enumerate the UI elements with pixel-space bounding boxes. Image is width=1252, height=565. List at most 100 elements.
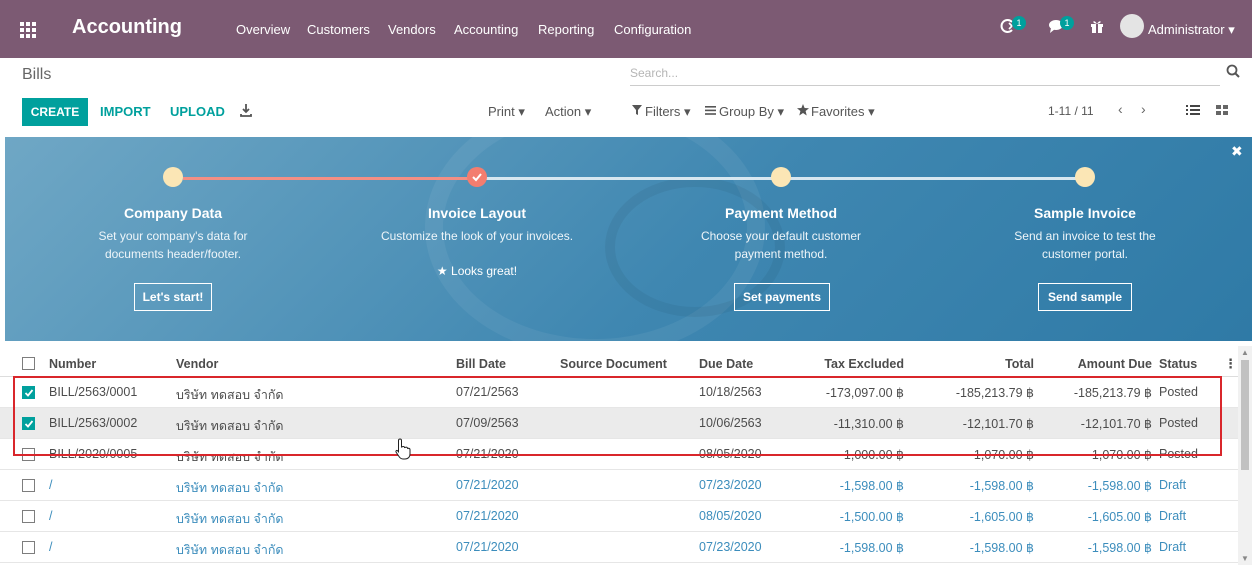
group-by-dropdown[interactable]: Group By ▾ — [719, 104, 784, 120]
step-description: Send an invoice to test the — [1014, 229, 1156, 243]
step-description: customer portal. — [1041, 247, 1129, 261]
cell-bill-date: 07/21/2020 — [456, 478, 519, 492]
column-amount-due[interactable]: Amount Due — [1050, 357, 1152, 371]
cell-vendor: บริษัท ทดสอบ จำกัด — [176, 481, 284, 495]
print-dropdown[interactable]: Print ▾ — [488, 104, 525, 120]
cell-number: / — [49, 540, 53, 554]
cell-number: / — [49, 509, 53, 523]
menu-configuration[interactable]: Configuration — [614, 22, 691, 37]
star-icon: ★ — [436, 264, 448, 278]
cell-status: Draft — [1159, 509, 1187, 523]
menu-accounting[interactable]: Accounting — [454, 22, 518, 37]
cell-amount-due: -1,598.00 ฿ — [1087, 479, 1152, 493]
menu-vendors[interactable]: Vendors — [388, 22, 436, 37]
action-dropdown[interactable]: Action ▾ — [545, 104, 591, 120]
column-number[interactable]: Number — [49, 357, 96, 371]
cell-total: -1,598.00 ฿ — [969, 541, 1034, 555]
step-dot-layout — [467, 167, 487, 187]
select-all-checkbox[interactable] — [22, 357, 35, 370]
onboarding-banner: ✖ Company Data Set your company's data f… — [5, 137, 1252, 341]
search-bar — [630, 62, 1220, 86]
column-vendor[interactable]: Vendor — [176, 357, 218, 371]
avatar[interactable] — [1120, 14, 1144, 38]
cell-tax-excluded: -1,598.00 ฿ — [839, 479, 904, 493]
kanban-view-icon[interactable] — [1214, 102, 1230, 118]
top-navbar: Accounting Overview Customers Vendors Ac… — [0, 0, 1252, 58]
step-company-data: Company Data Set your company's data for… — [53, 205, 293, 263]
scroll-down-arrow[interactable]: ▼ — [1241, 554, 1249, 563]
row-checkbox[interactable] — [22, 510, 35, 523]
user-menu[interactable]: Administrator ▾ — [1148, 22, 1235, 38]
table-row[interactable]: / บริษัท ทดสอบ จำกัด 07/21/2020 08/05/2020 -… — [0, 501, 1238, 532]
filters-dropdown[interactable]: Filters ▾ — [645, 104, 691, 120]
table-row[interactable]: / บริษัท ทดสอบ จำกัด 07/21/2020 07/23/2020 -… — [0, 532, 1238, 563]
column-options-icon[interactable]: ⋮ — [1224, 356, 1237, 372]
list-scrollbar[interactable]: ▲ ▼ — [1238, 346, 1252, 565]
column-source-document[interactable]: Source Document — [560, 357, 667, 371]
filter-icon — [632, 105, 642, 115]
set-payments-button[interactable]: Set payments — [734, 283, 830, 311]
menu-customers[interactable]: Customers — [307, 22, 370, 37]
column-total[interactable]: Total — [940, 357, 1034, 371]
step-dot-sample — [1075, 167, 1095, 187]
step-invoice-layout: Invoice Layout Customize the look of you… — [357, 205, 597, 245]
pager-next-button[interactable]: › — [1141, 101, 1146, 117]
table-row[interactable]: / บริษัท ทดสอบ จำกัด 07/21/2020 07/23/2020 -… — [0, 470, 1238, 501]
create-button[interactable]: CREATE — [22, 98, 88, 126]
checkmark-icon — [472, 173, 482, 182]
page-title: Bills — [22, 66, 52, 83]
cell-tax-excluded: -1,500.00 ฿ — [839, 510, 904, 524]
search-icon[interactable] — [1226, 64, 1240, 78]
menu-reporting[interactable]: Reporting — [538, 22, 594, 37]
step-description: payment method. — [734, 247, 828, 261]
cell-amount-due: -1,598.00 ฿ — [1087, 541, 1152, 555]
table-header: Number Vendor Bill Date Source Document … — [0, 346, 1238, 377]
close-icon[interactable]: ✖ — [1231, 143, 1243, 160]
import-button[interactable]: IMPORT — [100, 104, 151, 119]
step-title: Company Data — [123, 205, 223, 221]
cell-bill-date: 07/21/2020 — [456, 509, 519, 523]
cell-vendor: บริษัท ทดสอบ จำกัด — [176, 512, 284, 526]
column-bill-date[interactable]: Bill Date — [456, 357, 506, 371]
column-status[interactable]: Status — [1159, 357, 1197, 371]
app-title[interactable]: Accounting — [72, 16, 182, 39]
row-checkbox[interactable] — [22, 541, 35, 554]
column-due-date[interactable]: Due Date — [699, 357, 753, 371]
cell-due-date: 07/23/2020 — [699, 478, 762, 492]
column-tax-excluded[interactable]: Tax Excluded — [800, 357, 904, 371]
pager-previous-button[interactable]: ‹ — [1118, 101, 1123, 117]
row-checkbox[interactable] — [22, 479, 35, 492]
step-title: Payment Method — [724, 205, 837, 221]
cell-status: Draft — [1159, 478, 1187, 492]
gift-icon[interactable] — [1090, 18, 1104, 34]
scroll-up-arrow[interactable]: ▲ — [1241, 348, 1249, 357]
cell-due-date: 07/23/2020 — [699, 540, 762, 554]
group-by-icon — [705, 106, 716, 115]
cell-due-date: 08/05/2020 — [699, 509, 762, 523]
step-description: documents header/footer. — [104, 247, 242, 261]
cell-amount-due: -1,605.00 ฿ — [1087, 510, 1152, 524]
pager-value[interactable]: 1-11 / 11 — [1048, 104, 1094, 118]
step-title: Invoice Layout — [427, 205, 527, 221]
app-menu-icon[interactable] — [20, 22, 36, 38]
looks-great-note: ★ Looks great! — [357, 264, 597, 278]
cell-bill-date: 07/21/2020 — [456, 540, 519, 554]
scrollbar-thumb[interactable] — [1241, 360, 1249, 470]
cell-total: -1,598.00 ฿ — [969, 479, 1034, 493]
search-input[interactable] — [630, 62, 1220, 84]
lets-start-button[interactable]: Let's start! — [134, 283, 212, 311]
list-view-icon[interactable] — [1185, 102, 1201, 118]
favorites-dropdown[interactable]: Favorites ▾ — [811, 104, 875, 120]
step-payment-method: Payment Method Choose your default custo… — [661, 205, 901, 263]
looks-great-label: Looks great! — [451, 264, 518, 278]
step-dot-company — [163, 167, 183, 187]
messages-badge: 1 — [1060, 16, 1074, 30]
pointer-cursor-icon — [395, 438, 411, 460]
upload-button[interactable]: UPLOAD — [170, 104, 225, 119]
download-icon[interactable] — [240, 102, 252, 118]
selection-highlight — [13, 376, 1222, 456]
step-sample-invoice: Sample Invoice Send an invoice to test t… — [965, 205, 1205, 263]
send-sample-button[interactable]: Send sample — [1038, 283, 1132, 311]
cell-total: -1,605.00 ฿ — [969, 510, 1034, 524]
menu-overview[interactable]: Overview — [236, 22, 290, 37]
